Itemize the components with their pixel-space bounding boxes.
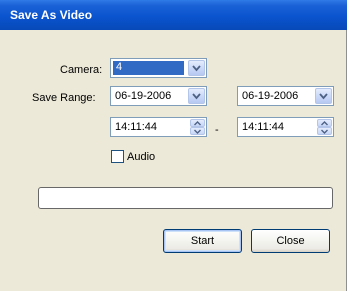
chevron-down-icon	[192, 93, 201, 100]
end-date-dropdown-button[interactable]	[315, 88, 332, 104]
end-time-value: 14:11:44	[242, 121, 285, 133]
camera-combobox[interactable]: 4	[110, 58, 207, 78]
spin-up-icon	[194, 121, 201, 126]
title-bar[interactable]: Save As Video	[0, 0, 347, 30]
start-time-spin-up-button[interactable]	[190, 119, 205, 127]
start-button[interactable]: Start	[163, 229, 242, 253]
start-date-combobox[interactable]: 06-19-2006	[110, 86, 207, 106]
spin-down-icon	[321, 129, 328, 134]
camera-label: Camera:	[60, 64, 103, 76]
camera-value: 4	[116, 61, 123, 73]
audio-checkbox[interactable]	[111, 150, 124, 163]
start-time-spin-down-button[interactable]	[190, 127, 205, 135]
start-time-spinner[interactable]: 14:11:44	[110, 117, 207, 137]
start-time-spin-buttons	[190, 119, 205, 135]
end-date-value: 06-19-2006	[242, 90, 299, 102]
save-as-video-dialog: Save As Video Camera: 4 Save Range: 06-1…	[0, 0, 347, 291]
close-button[interactable]: Close	[251, 229, 330, 253]
start-time-value: 14:11:44	[115, 121, 158, 133]
start-date-dropdown-button[interactable]	[188, 88, 205, 104]
range-separator: -	[215, 124, 219, 136]
window-title: Save As Video	[10, 8, 93, 22]
start-date-value: 06-19-2006	[115, 90, 172, 102]
chevron-down-icon	[319, 93, 328, 100]
end-time-spin-buttons	[317, 119, 332, 135]
spin-up-icon	[321, 121, 328, 126]
save-range-label: Save Range:	[32, 92, 96, 104]
end-time-spin-up-button[interactable]	[317, 119, 332, 127]
camera-selection-highlight	[113, 61, 184, 75]
spin-down-icon	[194, 129, 201, 134]
audio-label[interactable]: Audio	[127, 151, 155, 163]
chevron-down-icon	[192, 65, 201, 72]
camera-dropdown-button[interactable]	[188, 60, 205, 76]
progress-bar	[38, 187, 333, 209]
end-time-spinner[interactable]: 14:11:44	[237, 117, 334, 137]
end-date-combobox[interactable]: 06-19-2006	[237, 86, 334, 106]
end-time-spin-down-button[interactable]	[317, 127, 332, 135]
